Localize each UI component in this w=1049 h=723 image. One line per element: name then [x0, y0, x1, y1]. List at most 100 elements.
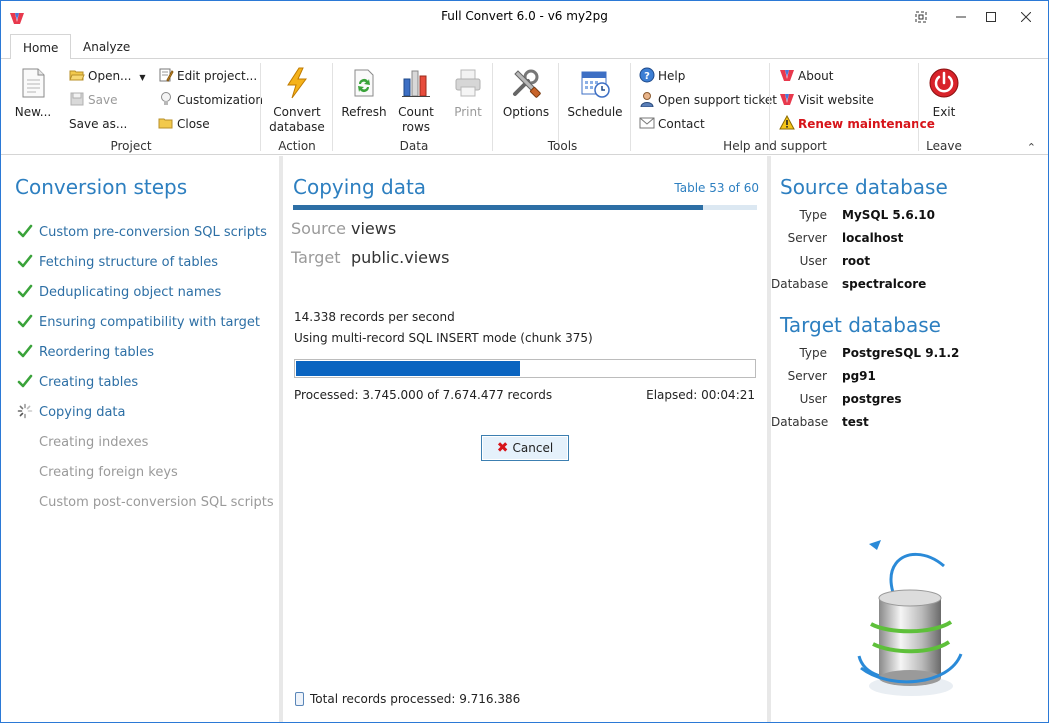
save-button[interactable]: Save: [69, 91, 117, 109]
close-window-button[interactable]: [1009, 1, 1043, 33]
print-label: Print: [454, 105, 482, 119]
restore-layout-button[interactable]: [904, 1, 938, 33]
options-button[interactable]: Options: [502, 67, 550, 120]
checkmark-icon: [17, 314, 33, 328]
save-label: Save: [88, 93, 118, 107]
property-value: localhost: [842, 231, 904, 245]
source-database-title: Source database: [780, 175, 948, 199]
total-records-text: Total records processed: 9.716.386: [310, 692, 521, 706]
property-value: postgres: [842, 392, 902, 406]
convert-database-button[interactable]: Convert database: [268, 67, 326, 135]
visit-website-button[interactable]: Visit website: [779, 91, 874, 109]
records-progress-fill: [296, 361, 520, 376]
chevron-down-icon: ▼: [139, 73, 146, 82]
exit-button[interactable]: Exit: [925, 67, 963, 120]
title-bar: Full Convert 6.0 - v6 my2pg: [1, 1, 1048, 34]
close-project-button[interactable]: Close: [158, 115, 210, 133]
edit-project-button[interactable]: Edit project...: [158, 67, 257, 85]
open-folder-icon: [69, 70, 85, 81]
convert-label-line1: Convert: [273, 105, 321, 119]
refresh-button[interactable]: Refresh: [341, 67, 387, 120]
processed-count: Processed: 3.745.000 of 7.674.477 record…: [294, 388, 553, 402]
help-label: Help: [658, 69, 686, 83]
conversion-step: Ensuring compatibility with target: [17, 313, 260, 333]
bar-chart-icon: [402, 70, 430, 97]
conversion-step: Reordering tables: [17, 343, 154, 363]
records-rate: 14.338 records per second: [294, 310, 455, 324]
ribbon-separator: [769, 63, 770, 151]
close-project-label: Close: [177, 117, 210, 131]
tab-home[interactable]: Home: [10, 34, 72, 59]
renew-maintenance-button[interactable]: Renew maintenance: [779, 115, 935, 133]
elapsed-time: Elapsed: 00:04:21: [646, 388, 755, 402]
tab-analyze[interactable]: Analyze: [71, 34, 142, 59]
restore-layout-icon: [915, 11, 927, 22]
save-as-button[interactable]: Save as...: [69, 115, 127, 133]
count-rows-button[interactable]: Count rows: [394, 67, 438, 135]
conversion-step: Custom post-conversion SQL scripts: [17, 493, 274, 513]
collapse-ribbon-icon[interactable]: ⌃: [1027, 141, 1036, 154]
print-button[interactable]: Print: [449, 67, 487, 120]
conversion-step: Creating foreign keys: [17, 463, 178, 483]
total-records: Total records processed: 9.716.386: [295, 692, 520, 706]
visit-website-label: Visit website: [798, 93, 874, 107]
about-label: About: [798, 69, 834, 83]
property-value: root: [842, 254, 871, 268]
printer-icon: [455, 69, 481, 97]
ribbon-separator: [918, 63, 919, 151]
minimize-button[interactable]: [944, 1, 978, 33]
property-label: Server: [787, 369, 827, 383]
checkmark-icon: [17, 254, 33, 268]
group-label-data: Data: [399, 139, 429, 153]
group-label-leave: Leave: [926, 139, 962, 153]
property-value: pg91: [842, 369, 876, 383]
count-rows-label-line2: rows: [401, 120, 431, 134]
checkmark-icon: [17, 374, 33, 388]
new-button[interactable]: New...: [13, 67, 53, 120]
copying-data-pane: Copying data Table 53 of 60 Source views…: [283, 156, 767, 722]
contact-label: Contact: [658, 117, 705, 131]
property-value: MySQL 5.6.10: [842, 208, 935, 222]
schedule-button[interactable]: Schedule: [567, 67, 623, 120]
conversion-step: Creating indexes: [17, 433, 148, 453]
customization-button[interactable]: Customization: [158, 91, 263, 109]
envelope-icon: [639, 117, 655, 129]
contact-button[interactable]: Contact: [639, 115, 705, 133]
open-support-ticket-button[interactable]: Open support ticket: [639, 91, 777, 109]
help-icon: ?: [639, 67, 655, 83]
website-logo-icon: [780, 94, 794, 105]
maximize-button[interactable]: [974, 1, 1008, 33]
open-button[interactable]: Open... ▼: [69, 67, 145, 85]
ribbon-separator: [558, 63, 559, 151]
ribbon: New... Open... ▼ Save Save as... Edit pr…: [1, 58, 1048, 155]
conversion-steps-pane: Conversion steps Custom pre-conversion S…: [1, 156, 279, 722]
conversion-step-label: Creating foreign keys: [39, 465, 178, 480]
help-button[interactable]: ? Help: [639, 67, 685, 85]
svg-text:?: ?: [644, 71, 650, 82]
options-label: Options: [502, 105, 550, 119]
property-label: Database: [771, 277, 829, 291]
window-title: Full Convert 6.0 - v6 my2pg: [441, 9, 608, 23]
overall-progress-bar: [293, 205, 757, 210]
refresh-icon: [354, 69, 374, 97]
conversion-step-label: Creating indexes: [39, 435, 149, 450]
conversion-steps-title: Conversion steps: [15, 175, 188, 199]
renew-maintenance-label: Renew maintenance: [798, 117, 935, 131]
property-label: Type: [799, 208, 827, 222]
target-label: Target: [291, 248, 341, 267]
open-support-ticket-label: Open support ticket: [658, 93, 777, 107]
cancel-button[interactable]: ✖ Cancel: [481, 435, 569, 461]
conversion-step: Custom pre-conversion SQL scripts: [17, 223, 267, 243]
tools-icon: [513, 69, 541, 98]
new-label: New...: [14, 105, 52, 119]
checkmark-icon: [17, 284, 33, 298]
new-document-icon: [22, 68, 45, 98]
maximize-icon: [986, 11, 996, 22]
conversion-step: Fetching structure of tables: [17, 253, 218, 273]
conversion-step-label: Custom pre-conversion SQL scripts: [39, 225, 267, 240]
about-button[interactable]: About: [779, 67, 833, 85]
group-label-project: Project: [110, 139, 152, 153]
checkmark-icon: [17, 344, 33, 358]
refresh-label: Refresh: [341, 105, 387, 119]
exit-label: Exit: [932, 105, 956, 119]
